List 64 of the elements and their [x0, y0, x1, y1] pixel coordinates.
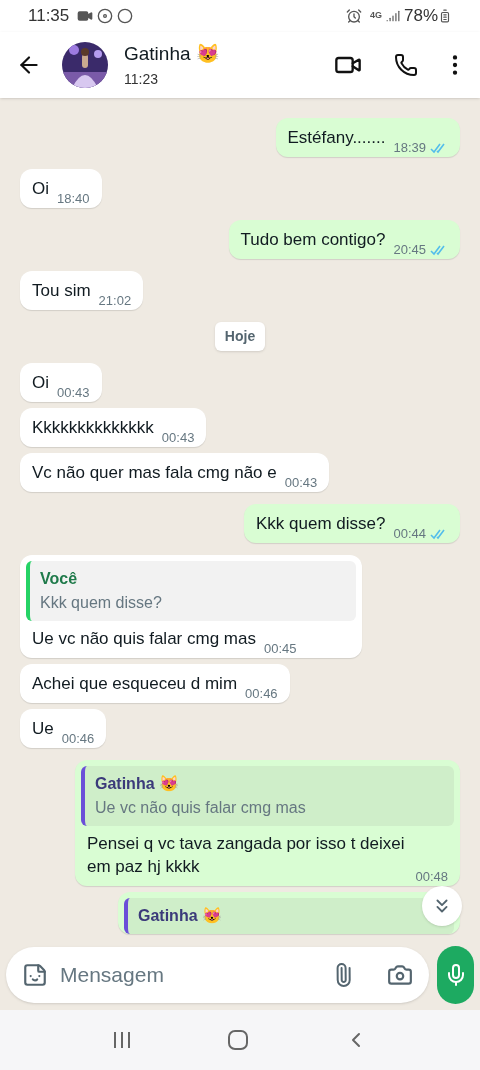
message-time: 00:43 — [284, 473, 318, 492]
alarm-icon — [345, 8, 362, 24]
message-text: Oi — [32, 178, 49, 200]
message-bubble[interactable]: Ue 00:46 — [20, 709, 107, 748]
quoted-message[interactable]: Gatinha 😻 Ue vc não quis falar cmg mas — [81, 766, 454, 826]
message-text: Estéfany....... — [287, 127, 386, 149]
message-time: 21:02 — [98, 291, 132, 310]
message-bubble[interactable]: Oi 00:43 — [20, 363, 102, 402]
battery-level: 78% — [403, 5, 438, 28]
message-text: Ue vc não quis falar cmg mas — [32, 628, 256, 650]
message-bubble[interactable]: Achei que esqueceu d mim 00:46 — [20, 664, 290, 703]
message-bubble[interactable]: Gatinha 😻 Ue vc não quis falar cmg mas Pensei q vc tava zangada por isso t deixei em paz hj kkkk 00:48 — [75, 760, 460, 886]
status-time: 11:35 — [28, 5, 70, 28]
message-bubble[interactable]: Gatinha 😻 — [118, 892, 460, 934]
message-time: 18:39 — [393, 138, 426, 157]
quoted-text: Kkk quem disse? — [40, 593, 163, 613]
scroll-down-button[interactable] — [422, 886, 462, 926]
message-bubble[interactable]: Kkkkkkkkkkkkkk 00:43 — [20, 408, 207, 447]
message-text: Achei que esqueceu d mim — [32, 673, 238, 695]
video-icon — [77, 8, 94, 24]
message-bubble[interactable]: Oi 18:40 — [20, 169, 102, 208]
quoted-author: Gatinha 😻 — [95, 774, 179, 794]
message-text: Tudo bem contigo? — [240, 229, 386, 251]
quoted-message[interactable]: Gatinha 😻 — [124, 898, 454, 934]
last-seen: 11:23 — [124, 69, 159, 89]
quoted-author: Você — [40, 569, 78, 589]
quoted-text: Ue vc não quis falar cmg mas — [95, 798, 307, 818]
message-time: 00:43 — [57, 383, 90, 402]
quoted-message[interactable]: Você Kkk quem disse? — [26, 561, 356, 621]
message-text: Kkk quem disse? — [256, 513, 386, 535]
message-input[interactable]: Mensagem — [6, 947, 429, 1003]
home-icon[interactable] — [228, 1030, 248, 1050]
message-bubble[interactable]: Kkk quem disse? 00:44 — [244, 504, 460, 543]
message-bubble[interactable]: Estéfany....... 18:39 — [275, 118, 460, 157]
message-time: 20:45 — [393, 240, 426, 259]
phone-icon[interactable] — [394, 53, 418, 77]
quoted-author: Gatinha 😻 — [138, 906, 222, 926]
sticker-icon[interactable] — [22, 962, 48, 988]
camera-icon[interactable] — [387, 962, 413, 988]
battery-icon — [438, 9, 452, 23]
message-bubble[interactable]: Você Kkk quem disse? Ue vc não quis falar cmg mas 00:45 — [20, 555, 362, 658]
message-time: 00:46 — [245, 684, 278, 703]
message-time: 18:40 — [57, 189, 90, 208]
message-bubble[interactable]: Vc não quer mas fala cmg não e 00:43 — [20, 453, 330, 492]
message-time: 00:48 — [415, 867, 448, 886]
recents-icon[interactable] — [112, 1031, 132, 1049]
message-time: 00:43 — [161, 428, 195, 447]
network-type: 4G — [369, 9, 382, 23]
record-icon — [97, 8, 114, 24]
status-app-icon — [117, 8, 134, 24]
message-time: 00:46 — [61, 729, 95, 748]
message-bubble[interactable]: Tudo bem contigo? 20:45 — [228, 220, 460, 259]
message-text: Oi — [32, 372, 49, 394]
message-text: Kkkkkkkkkkkkkk — [32, 417, 154, 439]
signal-icon — [385, 9, 400, 23]
message-time: 00:45 — [263, 639, 297, 658]
message-time: 00:44 — [393, 524, 426, 543]
contact-name[interactable]: Gatinha 😻 — [124, 40, 220, 69]
message-text: Tou sim — [32, 280, 91, 302]
message-text: Vc não quer mas fala cmg não e — [32, 462, 277, 484]
message-bubble[interactable]: Tou sim 21:02 — [20, 271, 144, 310]
mic-button[interactable] — [437, 946, 474, 1004]
message-text: Ue — [32, 718, 54, 740]
message-text: Pensei q vc tava zangada por isso t deixei em paz hj kkkk — [87, 833, 406, 878]
